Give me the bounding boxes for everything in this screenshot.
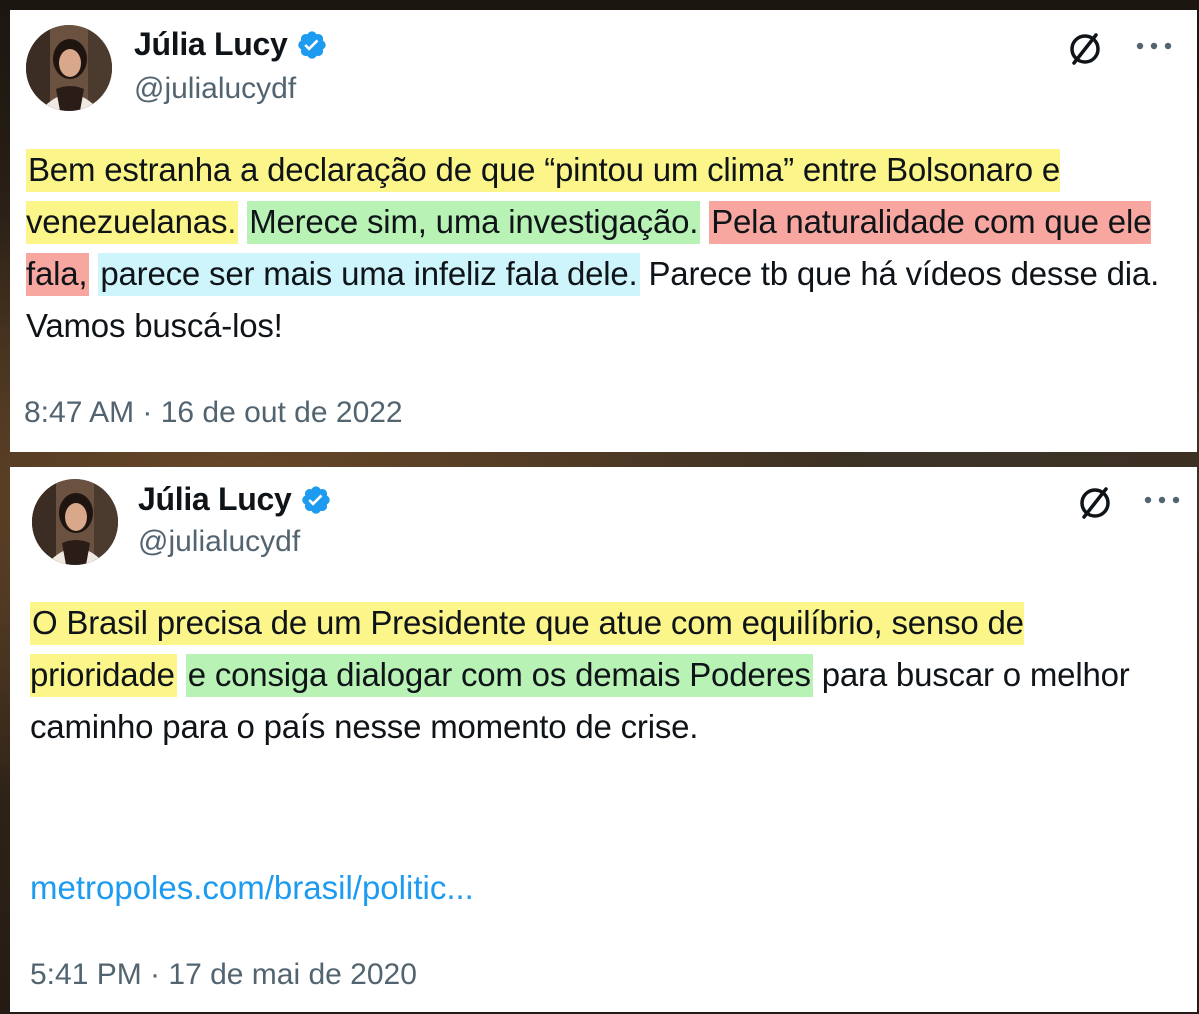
highlighted-segment-cyan: parece ser mais uma infeliz fala dele.: [98, 253, 640, 296]
grok-icon[interactable]: [1063, 27, 1107, 71]
text-segment: [238, 203, 247, 240]
tweet-link[interactable]: metropoles.com/brasil/politic...: [30, 869, 474, 907]
tweet-card[interactable]: Júlia Lucy @julialucydf Bem estranha a d…: [10, 10, 1197, 452]
verified-badge-icon: [301, 485, 330, 514]
author-handle[interactable]: @julialucydf: [134, 72, 296, 106]
avatar[interactable]: [32, 479, 118, 565]
avatar-portrait-icon: [26, 25, 112, 111]
text-segment: [700, 203, 709, 240]
text-segment: [89, 255, 98, 292]
highlighted-segment-green: e consiga dialogar com os demais Poderes: [185, 654, 813, 697]
tweet-text: Bem estranha a declaração de que “pintou…: [26, 144, 1166, 352]
author-name[interactable]: Júlia Lucy: [134, 26, 288, 63]
grok-icon[interactable]: [1073, 481, 1117, 525]
verified-badge-icon: [297, 30, 326, 59]
tweet-timestamp[interactable]: 8:47 AM · 16 de out de 2022: [24, 396, 403, 430]
highlighted-segment-green: Merece sim, uma investigação.: [247, 201, 701, 244]
text-segment: [177, 656, 186, 693]
tweet-card[interactable]: Júlia Lucy @julialucydf O Brasil precisa…: [10, 467, 1197, 1012]
avatar-portrait-icon: [32, 479, 118, 565]
tweet-text: O Brasil precisa de um Presidente que at…: [30, 597, 1170, 753]
tweet-timestamp[interactable]: 5:41 PM · 17 de mai de 2020: [30, 958, 417, 992]
author-name[interactable]: Júlia Lucy: [138, 481, 292, 518]
more-options-icon[interactable]: [1142, 495, 1182, 505]
more-options-icon[interactable]: [1134, 41, 1174, 51]
author-handle[interactable]: @julialucydf: [138, 525, 300, 559]
avatar[interactable]: [26, 25, 112, 111]
